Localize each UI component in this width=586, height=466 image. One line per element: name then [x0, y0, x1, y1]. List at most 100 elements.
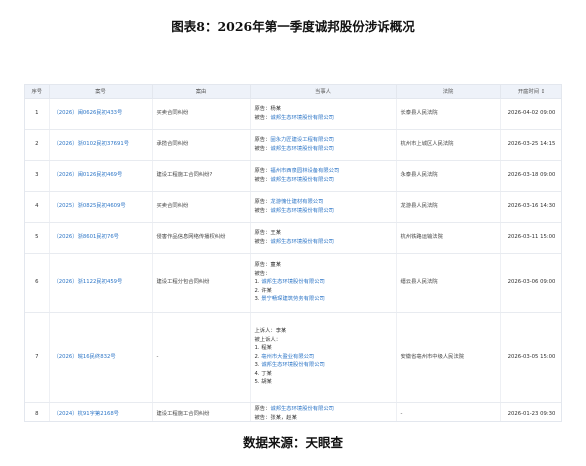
party-company-link[interactable]: 固永力匠建设工程有限公司 — [270, 137, 334, 143]
case-number-link[interactable]: （2026）浙1122民初459号 — [49, 253, 153, 313]
party-company-link[interactable]: 景宁畅琛建筑劳务有限公司 — [261, 296, 325, 302]
party-line: 被告：张某，赵某 — [255, 414, 392, 421]
party-company-link[interactable]: 诚邦生态环境股份有限公司 — [270, 406, 334, 412]
hearing-date: 2026-04-02 09:00 — [500, 98, 561, 130]
party-company-link[interactable]: 龙游愧仕建材有限公司 — [270, 199, 323, 205]
party-name: 张某，赵某 — [270, 415, 297, 421]
party-company-link[interactable]: 福州市西泉园林设备有限公司 — [270, 168, 339, 174]
party-role: 被上诉人： — [254, 336, 282, 343]
party-line: 原告：诚邦生态环境股份有限公司 — [255, 405, 392, 414]
case-number-link[interactable]: （2026）闽0626民初433号 — [49, 98, 153, 130]
table-header-row: 序号 案号 案由 当事人 法院 开庭时间 ↕ — [25, 85, 561, 99]
hearing-date: 2026-03-05 15:00 — [500, 312, 561, 403]
case-parties: 原告：固永力匠建设工程有限公司 被告：诚邦生态环境股份有限公司 — [250, 129, 397, 161]
party-company-link[interactable]: 诚邦生态环境股份有限公司 — [270, 115, 334, 121]
table-row: 5 （2026）浙8601民初76号 侵害作品信息网络传播权纠纷 原告：王某 被告：诚邦… — [25, 222, 561, 254]
table-body: 1 （2026）闽0626民初433号 买卖合同纠纷 原告：杨某 被告：诚邦生态环境股份… — [25, 98, 561, 421]
hearing-date: 2026-03-18 09:00 — [500, 160, 561, 192]
case-number-link[interactable]: （2026）皖16民终832号 — [49, 312, 153, 403]
case-parties: 上诉人：李某 被上诉人： 1. 程某 2. 亳州市大盈业有限公司 3. 诚邦生态环境股份… — [250, 312, 397, 403]
case-cause: 买卖合同纠纷 — [152, 191, 251, 223]
party-role: 原告： — [254, 167, 271, 174]
table-row: 8 （2024）杭91字第2168号 建设工程施工合同纠纷 原告：诚邦生态环境股份有限… — [25, 402, 561, 421]
litigation-table-container: 序号 案号 案由 当事人 法院 开庭时间 ↕ 1 （2026）闽0626民初433… — [24, 84, 562, 422]
case-number-link[interactable]: （2026）浙8601民初76号 — [49, 222, 153, 254]
row-index: 5 — [25, 222, 50, 254]
party-company-link[interactable]: 诚邦生态环境股份有限公司 — [261, 362, 325, 368]
party-name: 王某 — [270, 229, 282, 236]
party-line: 1. 程某 — [255, 344, 392, 353]
case-number-link[interactable]: （2024）杭91字第2168号 — [49, 402, 153, 421]
party-company-link[interactable]: 诚邦生态环境股份有限公司 — [261, 279, 325, 285]
row-index: 2 — [25, 129, 50, 161]
party-line: 原告：王某 — [255, 229, 392, 238]
party-line: 被告：诚邦生态环境股份有限公司 — [255, 238, 392, 247]
party-role: 被告： — [254, 145, 271, 152]
party-company-link[interactable]: 诚邦生态环境股份有限公司 — [270, 208, 334, 214]
hearing-date: 2026-03-11 15:00 — [500, 222, 561, 254]
party-line: 被告：诚邦生态环境股份有限公司 — [255, 207, 392, 216]
case-court: 杭州铁路运输法院 — [396, 222, 501, 254]
row-index: 7 — [25, 312, 50, 403]
party-name: 程某 — [261, 345, 272, 352]
party-role: 被告： — [254, 207, 271, 214]
case-court: 龙游县人民法院 — [396, 191, 501, 223]
party-line: 5. 胡某 — [255, 378, 392, 387]
case-cause: 侵害作品信息网络传播权纠纷 — [152, 222, 251, 254]
case-number-link[interactable]: （2026）闽0126民初469号 — [49, 160, 153, 192]
party-role: 原告： — [254, 262, 271, 269]
party-company-link[interactable]: 亳州市大盈业有限公司 — [261, 354, 314, 360]
case-court: 安徽省亳州市中级人民法院 — [396, 312, 501, 403]
hearing-date: 2026-01-23 09:30 — [500, 402, 561, 421]
row-index: 4 — [25, 191, 50, 223]
case-cause: - — [152, 312, 251, 403]
party-line: 4. 丁某 — [255, 370, 392, 379]
header-hearing-date-sortable[interactable]: 开庭时间 ↕ — [500, 85, 561, 99]
hearing-date: 2026-03-16 14:30 — [500, 191, 561, 223]
case-court: - — [396, 402, 501, 421]
party-name: 许某 — [261, 287, 272, 294]
party-name: 杨某 — [270, 105, 282, 112]
header-court: 法院 — [396, 85, 501, 99]
case-number-link[interactable]: （2025）浙0825民初4609号 — [49, 191, 153, 223]
party-line: 原告：童某 — [255, 261, 392, 270]
party-line: 原告：福州市西泉园林设备有限公司 — [255, 167, 392, 176]
party-line: 被上诉人： — [255, 336, 392, 345]
party-role: 原告： — [254, 406, 271, 413]
case-cause: 建设工程分包合同纠纷 — [152, 253, 251, 313]
party-line: 1. 诚邦生态环境股份有限公司 — [255, 278, 392, 287]
case-number-link[interactable]: （2026）浙0102民初37691号 — [49, 129, 153, 161]
party-role: 被告： — [254, 114, 271, 121]
case-parties: 原告：诚邦生态环境股份有限公司 被告：张某，赵某 — [250, 402, 397, 421]
row-index: 8 — [25, 402, 50, 421]
party-line: 2. 亳州市大盈业有限公司 — [255, 353, 392, 362]
header-cause: 案由 — [152, 85, 251, 99]
header-index: 序号 — [25, 85, 50, 99]
table-row: 2 （2026）浙0102民初37691号 承揽合同纠纷 原告：固永力匠建设工程有限公… — [25, 129, 561, 161]
case-parties: 原告：王某 被告：诚邦生态环境股份有限公司 — [250, 222, 397, 254]
party-role: 原告： — [254, 105, 271, 112]
page-title: 图表8：2026年第一季度诚邦股份涉诉概况 — [171, 19, 415, 34]
party-role: 原告： — [254, 136, 271, 143]
party-company-link[interactable]: 诚邦生态环境股份有限公司 — [270, 239, 334, 245]
litigation-table: 序号 案号 案由 当事人 法院 开庭时间 ↕ 1 （2026）闽0626民初433… — [25, 85, 561, 421]
party-line: 上诉人：李某 — [255, 327, 392, 336]
party-company-link[interactable]: 诚邦生态环境股份有限公司 — [270, 146, 334, 152]
table-row: 3 （2026）闽0126民初469号 建设工程施工合同纠纷? 原告：福州市西泉园林设… — [25, 160, 561, 192]
case-court: 长泰县人民法院 — [396, 98, 501, 130]
row-index: 6 — [25, 253, 50, 313]
party-line: 3. 诚邦生态环境股份有限公司 — [255, 361, 392, 370]
party-line: 原告：固永力匠建设工程有限公司 — [255, 136, 392, 145]
case-parties: 原告：杨某被告：诚邦生态环境股份有限公司 — [250, 98, 397, 130]
case-cause: 承揽合同纠纷 — [152, 129, 251, 161]
row-index: 1 — [25, 98, 50, 130]
party-role: 原告： — [254, 229, 271, 236]
table-row: 1 （2026）闽0626民初433号 买卖合同纠纷 原告：杨某 被告：诚邦生态环境股份… — [25, 98, 561, 130]
party-line: 被告： — [255, 270, 392, 279]
party-company-link[interactable]: 诚邦生态环境股份有限公司 — [270, 177, 334, 183]
case-court: 缙云县人民法院 — [396, 253, 501, 313]
case-parties: 原告：龙游愧仕建材有限公司 被告：诚邦生态环境股份有限公司 — [250, 191, 397, 223]
case-parties: 原告：福州市西泉园林设备有限公司 被告：诚邦生态环境股份有限公司 — [250, 160, 397, 192]
case-cause: 建设工程施工合同纠纷? — [152, 160, 251, 192]
case-court: 永泰县人民法院 — [396, 160, 501, 192]
